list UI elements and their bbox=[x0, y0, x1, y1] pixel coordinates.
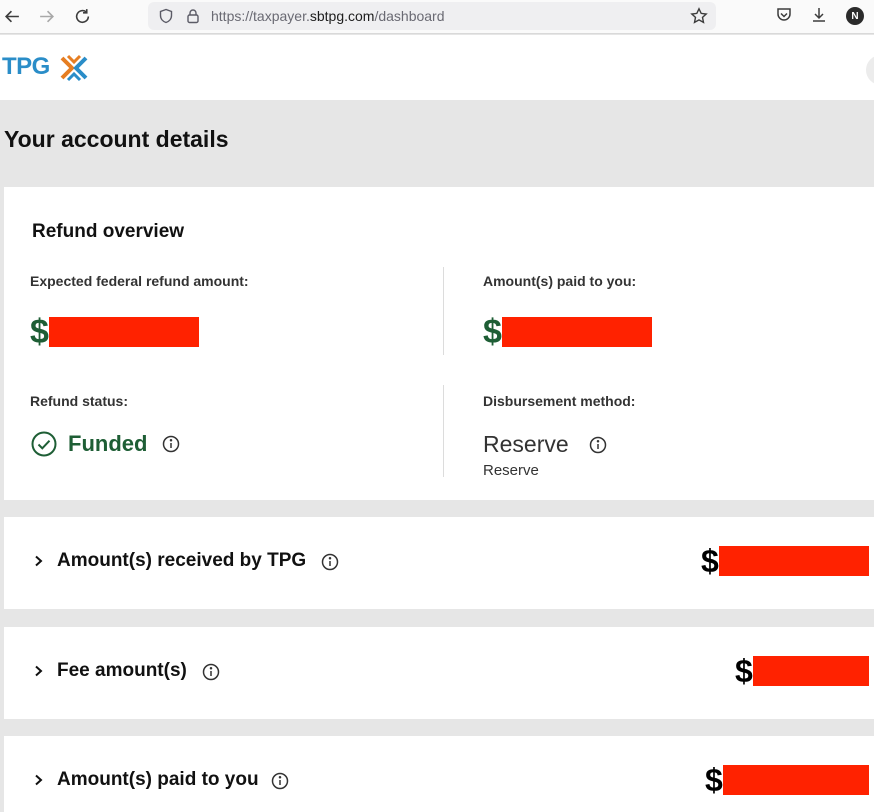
info-icon[interactable] bbox=[162, 435, 180, 453]
row-currency: $ bbox=[701, 543, 719, 579]
menu-button[interactable] bbox=[866, 55, 874, 85]
refund-overview-card: Refund overview Expected federal refund … bbox=[4, 187, 874, 500]
url-host: sbtpg.com bbox=[309, 8, 375, 24]
forward-arrow-icon[interactable] bbox=[34, 5, 58, 27]
row-label[interactable]: Amount(s) paid to you bbox=[57, 769, 259, 791]
url-text[interactable]: https://taxpayer.sbtpg.com/dashboard bbox=[211, 8, 445, 24]
site-header: TPG bbox=[0, 35, 874, 100]
row-label[interactable]: Fee amount(s) bbox=[57, 660, 187, 682]
info-icon[interactable] bbox=[202, 663, 220, 681]
column-divider bbox=[443, 267, 444, 355]
info-icon[interactable] bbox=[589, 436, 607, 454]
row-amount: $ bbox=[705, 764, 869, 796]
redacted-value bbox=[501, 317, 652, 347]
chevron-right-icon[interactable] bbox=[32, 663, 46, 679]
refund-status-label: Refund status: bbox=[30, 393, 128, 409]
redacted-value bbox=[718, 546, 869, 576]
disbursement-method-value: Reserve bbox=[483, 431, 569, 457]
amount-paid-row[interactable]: Amount(s) paid to you $ bbox=[4, 736, 874, 812]
expected-refund-currency: $ bbox=[30, 313, 49, 351]
tpg-logo-mark-icon[interactable] bbox=[58, 52, 90, 84]
disbursement-method: Reserve bbox=[483, 431, 607, 458]
check-circle-icon bbox=[31, 431, 57, 457]
lock-icon[interactable] bbox=[185, 8, 201, 24]
download-icon[interactable] bbox=[810, 6, 828, 24]
chevron-right-icon[interactable] bbox=[32, 772, 46, 788]
chevron-right-icon[interactable] bbox=[32, 553, 46, 569]
amount-paid-currency: $ bbox=[483, 313, 502, 351]
redacted-value bbox=[48, 317, 199, 347]
url-path: /dashboard bbox=[374, 8, 445, 24]
fee-amount-row[interactable]: Fee amount(s) $ bbox=[4, 627, 874, 719]
row-currency: $ bbox=[705, 762, 723, 798]
expected-refund-amount: $ bbox=[30, 315, 199, 349]
amount-paid-value: $ bbox=[483, 315, 652, 349]
amount-received-row[interactable]: Amount(s) received by TPG $ bbox=[4, 517, 874, 609]
redacted-value bbox=[752, 656, 869, 686]
star-icon[interactable] bbox=[690, 7, 708, 25]
shield-icon[interactable] bbox=[158, 8, 174, 24]
refund-status: Funded bbox=[31, 431, 180, 457]
row-amount: $ bbox=[735, 655, 869, 687]
refund-overview-title: Refund overview bbox=[32, 221, 185, 242]
row-amount: $ bbox=[701, 545, 869, 577]
expected-refund-label: Expected federal refund amount: bbox=[30, 273, 249, 289]
logo-text[interactable]: TPG bbox=[2, 53, 50, 81]
page-title: Your account details bbox=[4, 126, 229, 152]
address-bar[interactable]: https://taxpayer.sbtpg.com/dashboard bbox=[148, 2, 716, 30]
redacted-value bbox=[722, 765, 869, 795]
info-icon[interactable] bbox=[271, 772, 289, 790]
back-arrow-icon[interactable] bbox=[0, 5, 24, 27]
url-scheme: https:// bbox=[211, 8, 254, 24]
browser-toolbar: https://taxpayer.sbtpg.com/dashboard N bbox=[0, 0, 874, 34]
row-currency: $ bbox=[735, 653, 753, 689]
info-icon[interactable] bbox=[321, 553, 339, 571]
column-divider bbox=[443, 385, 444, 477]
reload-icon[interactable] bbox=[70, 5, 94, 27]
amount-paid-label: Amount(s) paid to you: bbox=[483, 273, 637, 289]
pocket-icon[interactable] bbox=[775, 6, 793, 24]
refund-status-value: Funded bbox=[68, 431, 148, 456]
row-label[interactable]: Amount(s) received by TPG bbox=[57, 550, 306, 572]
url-subdomain: taxpayer. bbox=[253, 8, 310, 24]
disbursement-method-sub: Reserve bbox=[483, 462, 539, 479]
disbursement-method-label: Disbursement method: bbox=[483, 393, 636, 409]
profile-avatar[interactable]: N bbox=[846, 7, 864, 25]
